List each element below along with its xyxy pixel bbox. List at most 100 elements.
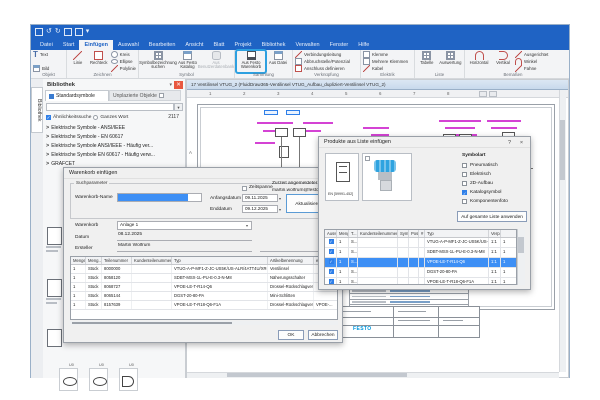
library-tree-item[interactable]: > Elektrische Symbole EN 60617 - Häufig v… [46,150,184,159]
rechteck-button[interactable]: Rechteck [89,51,109,72]
library-symbol-thumbnail[interactable] [47,227,62,245]
tree-expand-icon[interactable]: > [46,152,49,158]
ribbon-tab-einfügen[interactable]: Einfügen [79,40,113,50]
symbol-card-oval[interactable] [89,368,108,391]
checked-checkbox-icon[interactable]: ✓ [462,190,467,196]
ribbon-tab-start[interactable]: Start [58,40,80,50]
pin-icon[interactable]: ▾ [169,82,172,88]
vertical-scrollbar-thumb[interactable] [560,120,565,180]
ellipse-button[interactable]: Ellipse [110,58,136,65]
column-header[interactable]: Meng... [337,230,349,237]
text-button[interactable]: T Text [33,51,49,59]
checked-checkbox-icon[interactable]: ✓ [328,239,334,244]
end-date-input[interactable]: 09.12.2025 [242,205,278,213]
library-search-input[interactable] [46,103,174,111]
polylinie-button[interactable]: Polylinie [110,65,136,72]
cart-item-row[interactable]: 1 Stück 8058120 SDBT-MSX-1L-PU-E-0.3-N-M8 Nä… [71,274,337,283]
tree-expand-icon[interactable]: > [46,161,49,167]
column-header[interactable]: T... [349,230,358,237]
unchecked-checkbox-icon[interactable] [462,172,467,177]
auswertung-button[interactable]: Auswertung [439,51,462,72]
tree-expand-icon[interactable]: > [46,125,49,131]
row-checkbox-cell[interactable]: ✓ [325,278,337,284]
product-row[interactable]: ✓ 1 S... DGST-20-80-PA 1:1 1 [325,268,516,278]
library-tree-item[interactable]: > Elektrische Symbole - ANSI/IEEE [46,123,184,132]
print-icon[interactable] [74,27,83,36]
library-close-icon[interactable]: ✕ [174,80,183,89]
library-symbol-thumbnail[interactable] [47,279,62,297]
verbindungsleitung-button[interactable]: Verbindungsleitung [295,51,350,58]
symbol-card-oval[interactable] [59,368,78,391]
date-spinner-icon[interactable]: ▾ [279,196,281,201]
product-photo-card[interactable] [362,153,412,201]
abbruchstelle-button[interactable]: Abbruchstelle/Potenzial [295,58,350,65]
tree-expand-icon[interactable]: > [46,134,49,140]
checked-checkbox-icon[interactable]: ✓ [328,269,334,274]
aus-festo-katalog-button[interactable]: Aus Festo Katalog [177,51,198,72]
help-icon[interactable]: ? [505,139,514,147]
column-header[interactable]: Kundenteilenummer [132,257,172,264]
sidebar-tab-bibliothek[interactable]: Bibliothek [31,87,43,133]
ribbon-tab-ansicht[interactable]: Ansicht [180,40,208,50]
timespan-checkbox[interactable] [242,186,247,191]
photo-checkbox[interactable] [365,156,370,161]
horizontal-button[interactable]: Horizontal [467,51,491,72]
vertikal-button[interactable]: Vertikal [493,51,513,72]
column-header[interactable]: Ausw... [325,230,337,237]
symbolart-option-elektrisch[interactable]: Elektrisch [462,170,528,179]
column-header[interactable]: Meng... [86,257,102,264]
similarity-checkbox[interactable]: ✓ [46,114,51,120]
column-header[interactable]: Kundenteilenummer [358,230,398,237]
ausgerichtet-button[interactable]: Ausgerichtet [515,51,548,58]
anschluss-definieren-button[interactable]: Anschluss definieren [295,65,350,72]
document-title-bar[interactable]: 17 Ventilinsel VTUG_2 (FluidDraw365-Vent… [187,80,568,90]
column-header[interactable]: Sym... [398,230,409,237]
ribbon-tab-projekt[interactable]: Projekt [229,40,256,50]
winkel-button[interactable]: Winkel [515,58,548,65]
cart-select[interactable]: Anlage 1 [117,221,252,230]
close-icon[interactable]: × [517,139,526,147]
tab-standardsymbole[interactable]: Standardsymbole [45,90,109,101]
column-header[interactable]: Verpacku... [489,230,501,237]
kreis-button[interactable]: Kreis [110,51,136,58]
column-header[interactable]: Typ [172,257,268,264]
column-header[interactable]: Artikelbenennung [268,257,314,264]
cart-item-row[interactable]: 1 Stück 8068727 VPOE-LE-T-R14-Q6 Drossel-Rüc… [71,283,337,292]
tree-expand-icon[interactable]: > [46,143,49,149]
date-spinner-icon[interactable]: ▾ [279,207,281,212]
klemme-button[interactable]: Klemme [363,51,408,58]
linie-button[interactable]: Linie [69,51,87,72]
checked-checkbox-icon[interactable]: ✓ [328,249,334,254]
ribbon-tab-datei[interactable]: Datei [35,40,58,50]
ruler-button-left[interactable] [479,91,487,97]
library-tree-item[interactable]: > Elektrische Symbole ANSI/IEEE - Häufig … [46,141,184,150]
row-checkbox-cell[interactable]: ✓ [325,268,337,277]
symbolart-option-2d-aufbau[interactable]: 2D-Aufbau [462,179,528,188]
ribbon-tab-hilfe[interactable]: Hilfe [353,40,374,50]
ribbon-tab-bearbeiten[interactable]: Bearbeiten [144,40,181,50]
undo-icon[interactable]: ↺ [46,28,52,35]
apply-to-list-button[interactable]: Auf gesamte Liste anwenden [457,211,527,222]
checked-checkbox-icon[interactable]: ✓ [328,259,334,264]
ribbon-tab-auswahl[interactable]: Auswahl [113,40,144,50]
bild-button[interactable]: Bild [33,65,49,72]
symbolart-option-pneumatisch[interactable]: Pneumatisch [462,161,528,170]
column-header[interactable] [501,230,516,237]
symbol-card-and-gate[interactable] [119,368,138,391]
library-tree-item[interactable]: > Elektrische Symbole - EN 60617 [46,132,184,141]
products-table[interactable]: Ausw...Meng...T...KundenteilenummerSym..… [324,229,517,285]
aus-datei-button[interactable]: Aus Datei [267,51,289,72]
unchecked-checkbox-icon[interactable] [462,181,467,186]
whole-word-checkbox[interactable] [93,114,99,120]
start-date-input[interactable]: 09.11.2025 [242,194,278,202]
aus-benutzerdatenbank-button[interactable]: Aus Benutzerdatenbank [198,51,234,72]
chevron-down-icon[interactable]: ▾ [246,223,248,228]
ruler-button-right[interactable] [489,91,497,97]
ribbon-tab-fenster[interactable]: Fenster [325,40,354,50]
product-row[interactable]: ✓ 1 S... SDBT-MSX-1L-PU-E-0.3-N-M8 1:1 1 [325,248,516,258]
row-checkbox-cell[interactable]: ✓ [325,238,337,247]
column-header[interactable]: Menge [71,257,86,264]
cancel-button[interactable]: Abbrechen [308,330,338,340]
mehrere-klemmen-button[interactable]: Mehrere Klemmen [363,58,408,65]
symbolart-option-katalogsymbol[interactable]: ✓ Katalogsymbol [462,188,528,197]
